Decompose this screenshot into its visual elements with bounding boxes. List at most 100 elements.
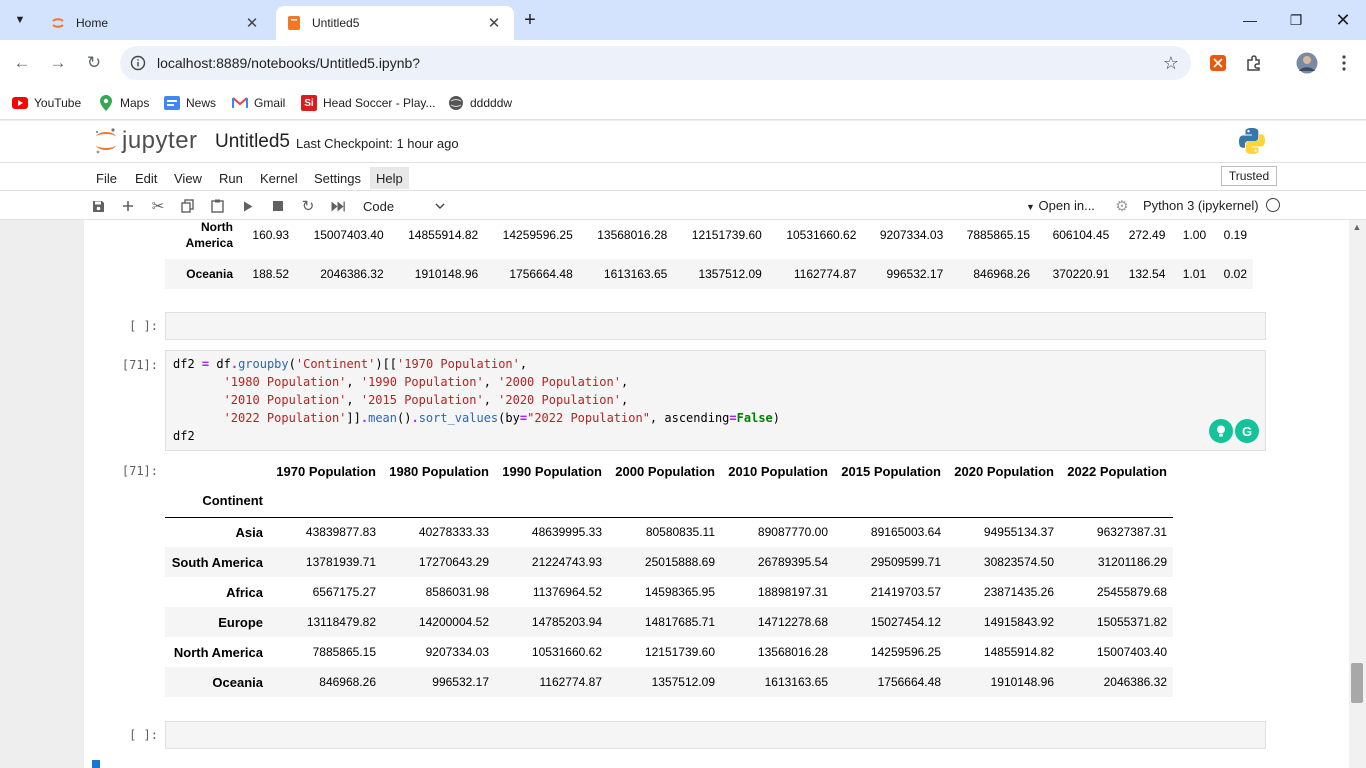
save-button[interactable] <box>87 195 109 217</box>
cell-prompt: [71]: <box>121 358 158 372</box>
previous-output-table: North America 160.93 15007403.40 14855914… <box>165 220 1253 289</box>
bookmark-head-soccer[interactable]: Si Head Soccer - Play... <box>301 92 436 114</box>
stop-icon <box>273 201 283 211</box>
cell-prompt: [ ]: <box>129 319 158 333</box>
column-header: 1980 Population <box>389 463 489 479</box>
insert-cell-button[interactable] <box>117 195 139 217</box>
scrollbar-thumb[interactable] <box>1351 663 1363 703</box>
youtube-icon <box>12 95 28 111</box>
copy-icon <box>180 199 194 213</box>
kernel-settings-button[interactable]: ⚙ <box>1111 195 1133 217</box>
tab-untitled5[interactable]: Untitled5 ✕ <box>276 6 514 40</box>
code-cell-editor[interactable]: df2 = df.groupby('Continent')[['1970 Pop… <box>165 350 1266 451</box>
interrupt-kernel-button[interactable] <box>267 195 289 217</box>
index-name: Continent <box>202 493 263 509</box>
arrow-left-icon: ← <box>13 53 31 72</box>
paste-cell-button[interactable] <box>206 195 228 217</box>
restart-kernel-button[interactable]: ↻ <box>297 195 319 217</box>
minimize-icon: — <box>1243 12 1257 28</box>
run-cell-button[interactable] <box>237 195 259 217</box>
close-tab-icon[interactable]: ✕ <box>242 13 262 33</box>
df2-output-table: 1970 Population 1980 Population 1990 Pop… <box>165 457 1173 697</box>
save-icon <box>92 200 104 212</box>
column-header: 2015 Population <box>841 463 941 479</box>
row-label: Oceania <box>186 267 233 281</box>
grammarly-icon[interactable]: G <box>1235 419 1259 443</box>
url-text[interactable]: localhost:8889/notebooks/Untitled5.ipynb… <box>156 55 1151 71</box>
menu-kernel[interactable]: Kernel <box>254 167 304 189</box>
close-tab-icon[interactable]: ✕ <box>484 13 504 33</box>
menu-run[interactable]: Run <box>213 167 249 189</box>
bookmark-maps[interactable]: Maps <box>98 92 149 114</box>
table-row: Oceania 188.52 2046386.32 1910148.96 175… <box>165 259 1253 289</box>
maps-pin-icon <box>98 95 114 111</box>
profile-avatar[interactable] <box>1296 52 1318 74</box>
jupyter-logo[interactable]: jupyter <box>94 126 198 156</box>
browser-tab-strip: ▼ Home ✕ Untitled5 ✕ + — ❐ ✕ <box>0 0 1366 40</box>
tab-home[interactable]: Home ✕ <box>40 6 272 40</box>
menu-settings[interactable]: Settings <box>308 167 367 189</box>
restore-button[interactable]: ❐ <box>1273 0 1319 40</box>
minimize-button[interactable]: — <box>1227 0 1273 40</box>
new-tab-button[interactable]: + <box>518 8 542 32</box>
tab-search-button[interactable]: ▼ <box>7 7 33 33</box>
close-icon: ✕ <box>1335 9 1351 30</box>
cell-type-value: Code <box>363 198 395 214</box>
grammarly-lightbulb-icon[interactable] <box>1209 419 1233 443</box>
notebook-title[interactable]: Untitled5 <box>215 131 290 153</box>
table-row: Oceania 846968.26 996532.17 1162774.87 1… <box>165 667 1173 697</box>
grammarly-widget[interactable]: G <box>1209 419 1259 443</box>
gmail-icon <box>232 95 248 111</box>
chevron-down-icon: ▼ <box>14 14 26 26</box>
forward-button[interactable]: → <box>44 49 72 77</box>
scroll-up-arrow-icon[interactable]: ▲ <box>1351 222 1363 234</box>
bookmark-gmail[interactable]: Gmail <box>232 92 285 114</box>
menu-edit[interactable]: Edit <box>129 167 163 189</box>
python-logo-icon <box>1238 127 1266 158</box>
row-label: Europe <box>218 614 263 630</box>
reload-icon: ↻ <box>86 53 102 72</box>
browser-menu-icon[interactable] <box>1333 52 1355 74</box>
bookmark-dddddw[interactable]: dddddw <box>448 92 512 114</box>
reload-button[interactable]: ↻ <box>80 49 108 77</box>
restart-run-all-button[interactable] <box>327 195 349 217</box>
empty-code-cell[interactable] <box>165 721 1266 749</box>
table-row: Africa 6567175.27 8586031.98 11376964.52… <box>165 577 1173 607</box>
row-label: Asia <box>235 524 263 540</box>
menu-help[interactable]: Help <box>370 167 409 189</box>
address-bar[interactable]: localhost:8889/notebooks/Untitled5.ipynb… <box>120 46 1191 80</box>
fast-forward-icon <box>331 201 345 211</box>
column-header: 2020 Population <box>954 463 1054 479</box>
news-icon <box>164 95 180 111</box>
scissors-icon: ✂ <box>151 198 165 215</box>
empty-code-cell[interactable] <box>165 312 1266 340</box>
chevron-down-icon <box>435 203 445 209</box>
site-info-icon[interactable] <box>120 55 156 71</box>
kernel-name[interactable]: Python 3 (ipykernel) <box>1143 198 1259 213</box>
caret-down-icon: ▼ <box>1026 202 1035 212</box>
copy-cell-button[interactable] <box>176 195 198 217</box>
header-row: 1970 Population 1980 Population 1990 Pop… <box>165 457 1173 485</box>
kernel-status-idle-icon <box>1266 198 1280 212</box>
code-text[interactable]: df2 = df.groupby('Continent')[['1970 Pop… <box>166 351 1265 449</box>
open-in-dropdown[interactable]: ▼ Open in... <box>1026 198 1095 213</box>
code-line: '2010 Population', '2015 Population', '2… <box>223 393 629 407</box>
column-header: 2010 Population <box>728 463 828 479</box>
tab-title: Untitled5 <box>312 16 360 30</box>
menu-view[interactable]: View <box>168 167 208 189</box>
extension-icon[interactable] <box>1207 52 1229 74</box>
code-line: '1980 Population', '1990 Population', '2… <box>223 375 629 389</box>
paste-icon <box>210 199 224 213</box>
menu-file[interactable]: File <box>90 167 123 189</box>
bookmark-youtube[interactable]: YouTube <box>12 92 81 114</box>
cell-type-select[interactable]: Code <box>363 196 445 216</box>
extensions-puzzle-icon[interactable] <box>1243 52 1265 74</box>
cut-cell-button[interactable]: ✂ <box>147 195 169 217</box>
plus-icon <box>123 201 133 211</box>
jupyter-menu-bar: File Edit View Run Kernel Settings Help … <box>0 162 1366 191</box>
bookmark-star-icon[interactable]: ☆ <box>1151 53 1191 74</box>
bookmark-news[interactable]: News <box>164 92 216 114</box>
back-button[interactable]: ← <box>8 49 36 77</box>
close-window-button[interactable]: ✕ <box>1320 0 1366 40</box>
trusted-indicator[interactable]: Trusted <box>1221 166 1277 186</box>
